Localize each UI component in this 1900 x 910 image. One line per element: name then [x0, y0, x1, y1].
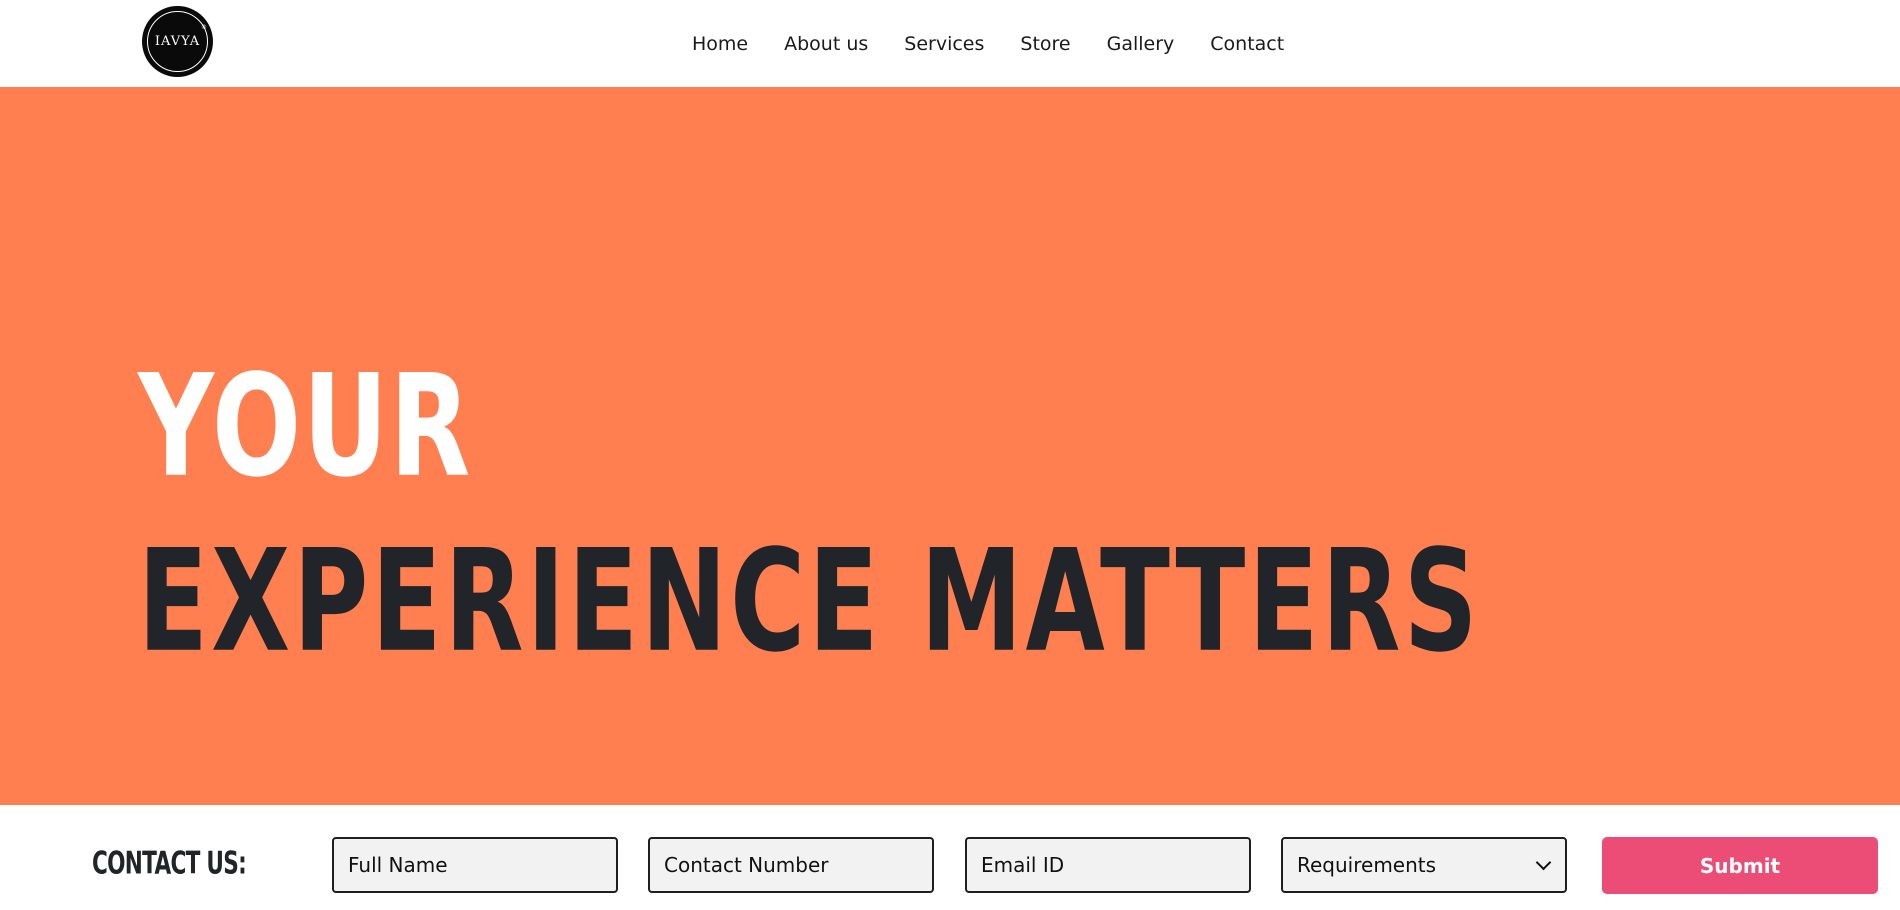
requirements-select[interactable]: Requirements: [1281, 837, 1567, 893]
logo[interactable]: IAVYA ®: [142, 6, 213, 77]
nav-home[interactable]: Home: [674, 33, 766, 55]
chevron-down-icon: [1535, 857, 1551, 873]
nav-store[interactable]: Store: [1002, 33, 1088, 55]
nav-contact[interactable]: Contact: [1192, 33, 1302, 55]
contact-us-label: CONTACT US:: [92, 845, 247, 882]
submit-button[interactable]: Submit: [1602, 837, 1878, 894]
main-nav: Home About us Services Store Gallery Con…: [674, 0, 1302, 87]
hero-heading-line-1: YOUR: [138, 344, 473, 509]
contact-form-bar: CONTACT US: Requirements Submit: [0, 805, 1900, 910]
nav-services[interactable]: Services: [886, 33, 1002, 55]
site-header: IAVYA ® Home About us Services Store Gal…: [0, 0, 1900, 87]
logo-text: IAVYA: [154, 34, 201, 49]
email-input[interactable]: [965, 837, 1251, 893]
full-name-input[interactable]: [332, 837, 618, 893]
hero-heading-line-2: EXPERIENCE MATTERS: [138, 519, 1481, 684]
nav-gallery[interactable]: Gallery: [1089, 33, 1193, 55]
registered-mark: ®: [201, 24, 207, 31]
contact-number-input[interactable]: [648, 837, 934, 893]
nav-about-us[interactable]: About us: [766, 33, 886, 55]
requirements-selected-value: Requirements: [1297, 853, 1437, 877]
hero-banner: YOUR EXPERIENCE MATTERS: [0, 87, 1900, 805]
